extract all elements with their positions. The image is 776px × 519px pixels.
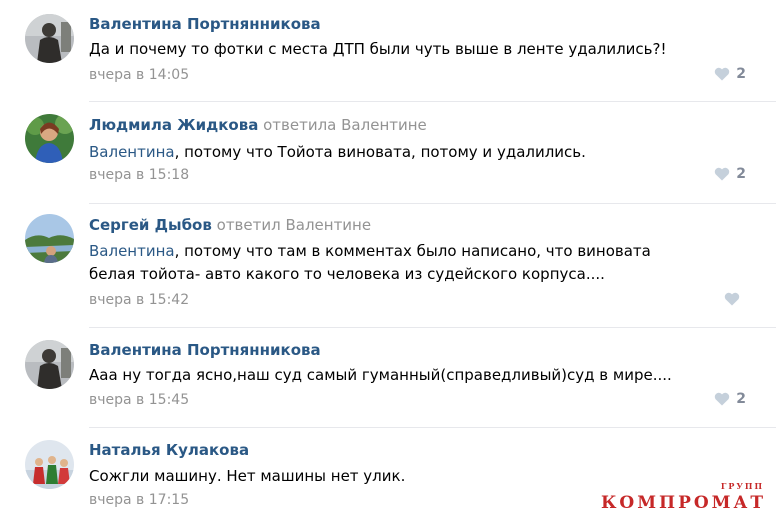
like-count: 2	[736, 166, 746, 182]
heart-icon	[715, 67, 730, 81]
avatar[interactable]	[25, 114, 74, 163]
comment-text-line: , потому что Тойота виновата, потому и у…	[174, 143, 586, 161]
comment-text: Ааа ну тогда ясно,наш суд самый гуманный…	[89, 364, 672, 386]
avatar[interactable]	[25, 14, 74, 63]
comment-text-line: , потому что там в комментах было написа…	[174, 242, 651, 260]
divider	[89, 427, 776, 428]
author-name[interactable]: Людмила Жидкова	[89, 116, 258, 134]
comment-text: Да и почему то фотки с места ДТП были чу…	[89, 38, 667, 60]
like-button[interactable]: 2	[714, 164, 746, 184]
reply-to-label[interactable]: ответила Валентине	[263, 116, 427, 134]
author-line: Наталья Кулакова	[89, 440, 249, 460]
comment-text: белая тойота- авто какого то человека из…	[89, 263, 605, 285]
avatar[interactable]	[25, 340, 74, 389]
reply-to-label[interactable]: ответил Валентине	[217, 216, 371, 234]
author-name[interactable]: Наталья Кулакова	[89, 441, 249, 459]
like-count: 2	[736, 66, 746, 82]
like-count: 2	[736, 391, 746, 407]
author-line: Людмила Жидкова ответила Валентине	[89, 115, 427, 135]
watermark-logo: КОМПРОМАТ ГРУПП	[600, 481, 766, 513]
comment-time[interactable]: вчера в 17:15	[89, 490, 189, 510]
divider	[89, 327, 776, 328]
divider	[89, 101, 776, 102]
comment-text-line: Да и почему то фотки с места ДТП были чу…	[89, 40, 667, 58]
watermark-main: КОМПРОМАТ	[600, 493, 766, 513]
comment-time[interactable]: вчера в 15:18	[89, 165, 189, 185]
reply-address[interactable]: Валентина	[89, 143, 175, 161]
author-name[interactable]: Валентина Портнянникова	[89, 15, 321, 33]
comment-time[interactable]: вчера в 14:05	[89, 65, 189, 85]
reply-address[interactable]: Валентина	[89, 242, 175, 260]
avatar[interactable]	[25, 214, 74, 263]
heart-icon	[715, 392, 730, 406]
author-line: Сергей Дыбов ответил Валентине	[89, 215, 371, 235]
heart-icon	[724, 292, 740, 306]
comment-text-line: белая тойота- авто какого то человека из…	[89, 265, 605, 283]
comment-text: Валентина, потому что там в комментах бы…	[89, 240, 651, 262]
watermark-sup: ГРУПП	[720, 481, 764, 491]
author-name[interactable]: Валентина Портнянникова	[89, 341, 321, 359]
comment-text: Сожгли машину. Нет машины нет улик.	[89, 465, 405, 487]
comment-time[interactable]: вчера в 15:45	[89, 390, 189, 410]
comment-time[interactable]: вчера в 15:42	[89, 290, 189, 310]
comment-text-line: Сожгли машину. Нет машины нет улик.	[89, 467, 406, 485]
like-button[interactable]: 2	[714, 389, 746, 409]
author-name[interactable]: Сергей Дыбов	[89, 216, 212, 234]
comment-text: Валентина, потому что Тойота виновата, п…	[89, 141, 586, 163]
author-line: Валентина Портнянникова	[89, 340, 321, 360]
heart-icon	[715, 167, 730, 181]
like-button[interactable]	[724, 289, 746, 309]
author-line: Валентина Портнянникова	[89, 14, 321, 34]
comment-text-line: Ааа ну тогда ясно,наш суд самый гуманный…	[89, 366, 672, 384]
like-button[interactable]: 2	[714, 64, 746, 84]
avatar[interactable]	[25, 440, 74, 489]
divider	[89, 203, 776, 204]
